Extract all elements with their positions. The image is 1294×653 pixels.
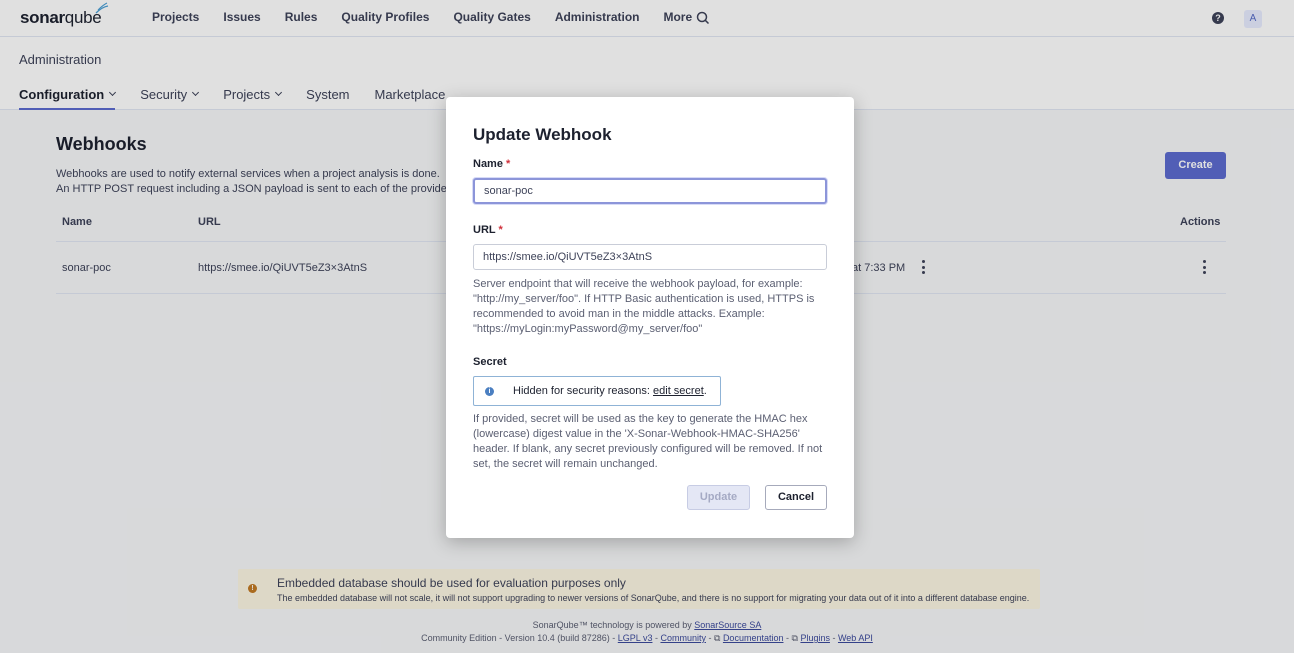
secret-help-text: If provided, secret will be used as the …	[473, 413, 823, 470]
url-field[interactable]	[473, 244, 827, 270]
info-icon: i	[485, 387, 494, 396]
url-help-text: Server endpoint that will receive the we…	[473, 278, 815, 335]
url-label-text: URL	[473, 224, 496, 236]
dialog-title: Update Webhook	[473, 125, 612, 144]
required-marker: *	[498, 224, 503, 236]
name-field[interactable]	[473, 178, 827, 204]
cancel-button[interactable]: Cancel	[765, 485, 827, 510]
name-label: Name *	[473, 158, 510, 170]
secret-hidden-box: i Hidden for security reasons: edit secr…	[473, 376, 721, 406]
required-marker: *	[506, 158, 511, 170]
update-webhook-dialog: Update Webhook Name * URL * Server endpo…	[446, 97, 854, 538]
secret-hidden-text: Hidden for security reasons:	[513, 385, 650, 397]
secret-hidden-message: Hidden for security reasons: edit secret…	[513, 385, 707, 397]
url-label: URL *	[473, 224, 503, 236]
secret-label: Secret	[473, 356, 507, 368]
name-label-text: Name	[473, 158, 503, 170]
edit-secret-link[interactable]: edit secret	[653, 385, 704, 397]
update-button[interactable]: Update	[687, 485, 750, 510]
